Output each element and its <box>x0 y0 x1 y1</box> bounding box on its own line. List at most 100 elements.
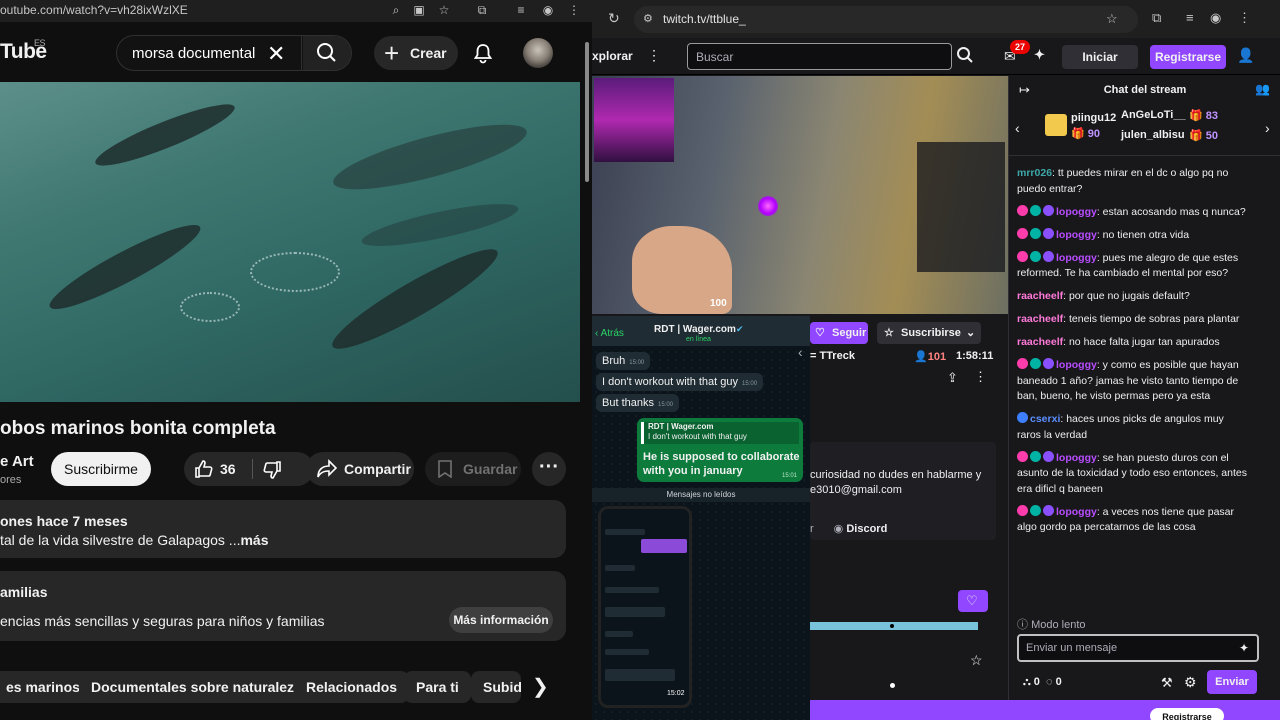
carousel-dot[interactable] <box>890 683 895 688</box>
description-box[interactable]: ones hace 7 meses tal de la vida silvest… <box>0 500 566 558</box>
chat-badge-icon[interactable] <box>1030 504 1041 516</box>
zoom-icon[interactable]: ⌕ <box>388 2 404 18</box>
avatar[interactable] <box>523 38 553 68</box>
send-button[interactable]: Enviar <box>1207 670 1257 694</box>
settings-gear-icon[interactable]: ⚙ <box>1184 674 1197 691</box>
channel-name[interactable]: e Art <box>0 453 34 470</box>
menu-kebab-icon[interactable]: ⋮ <box>1238 10 1251 26</box>
chat-badge-icon[interactable] <box>1030 358 1041 369</box>
more-info-button[interactable]: Más información <box>449 607 553 633</box>
search-box[interactable]: morsa documental ✕ <box>116 35 352 71</box>
chat-badge-icon[interactable] <box>1043 504 1054 516</box>
cast-icon[interactable]: ▣ <box>411 2 427 18</box>
chat-badge-icon[interactable] <box>1030 250 1041 262</box>
chat-username[interactable]: raacheelf <box>1017 336 1063 348</box>
chat-username[interactable]: raacheelf <box>1017 313 1063 325</box>
extensions-icon[interactable]: ⧉ <box>1152 10 1161 26</box>
site-info-icon[interactable]: ⚙ <box>643 12 653 25</box>
twitch-search-input[interactable]: Buscar <box>687 43 952 70</box>
video-player[interactable] <box>0 82 580 402</box>
chevron-right-icon[interactable]: › <box>1265 120 1270 136</box>
media-icon[interactable]: ≡ <box>1186 10 1194 25</box>
split-divider[interactable] <box>582 22 592 720</box>
dislike-button[interactable] <box>262 460 282 480</box>
more-actions-button[interactable]: ··· <box>532 452 566 486</box>
chat-input[interactable]: Enviar un mensaje ✦ <box>1017 634 1259 662</box>
more-kebab-icon[interactable]: ⋮ <box>647 47 661 64</box>
chat-username[interactable]: mrr026 <box>1017 167 1052 179</box>
search-button[interactable] <box>303 36 351 70</box>
chip-for-you[interactable]: Para ti <box>404 671 471 703</box>
chat-badge-icon[interactable] <box>1043 250 1054 262</box>
mod-icon[interactable]: ⚒ <box>1161 675 1173 691</box>
chat-username[interactable]: lopoggy <box>1056 452 1097 464</box>
chips-next-chevron-icon[interactable]: ❯ <box>532 674 549 699</box>
chat-username[interactable]: lopoggy <box>1056 359 1097 371</box>
chat-badge-icon[interactable] <box>1017 358 1028 369</box>
follow-heart-button[interactable]: ♡ <box>958 590 988 612</box>
youtube-url[interactable]: outube.com/watch?v=vh28ixWzlXE <box>0 3 188 17</box>
star-icon[interactable]: ☆ <box>970 652 983 669</box>
profile-icon[interactable]: ◉ <box>1210 10 1221 26</box>
chat-badge-icon[interactable] <box>1017 450 1028 462</box>
user-icon[interactable]: 👤 <box>1237 47 1254 64</box>
chat-username[interactable]: lopoggy <box>1056 229 1097 241</box>
chat-badge-icon[interactable] <box>1043 358 1054 369</box>
media-icon[interactable]: ≡ <box>513 2 529 18</box>
chat-badge-icon[interactable] <box>1017 227 1028 239</box>
subscribe-button[interactable]: ☆ Suscribirse ⌄ <box>877 322 981 344</box>
like-button[interactable] <box>194 459 214 479</box>
chat-badge-icon[interactable] <box>1030 450 1041 462</box>
register-button[interactable]: Registrarse <box>1150 45 1226 69</box>
bookmark-star-icon[interactable]: ☆ <box>436 2 452 18</box>
twitch-url[interactable]: twitch.tv/ttblue_ <box>663 12 746 26</box>
share-button[interactable]: Compartir <box>306 452 414 486</box>
chat-badge-icon[interactable] <box>1043 227 1054 239</box>
create-button[interactable]: + Crear <box>374 36 458 70</box>
chat-badge-icon[interactable] <box>1030 204 1041 216</box>
extensions-icon[interactable]: ⧉ <box>474 2 490 18</box>
chip-related[interactable]: Relacionados <box>294 671 410 703</box>
subscribe-button[interactable]: Suscribirme <box>51 452 151 486</box>
search-input[interactable]: morsa documental <box>132 45 255 62</box>
chat-badge-icon[interactable] <box>1043 450 1054 462</box>
chat-username[interactable]: lopoggy <box>1056 506 1097 518</box>
bookmark-star-icon[interactable]: ☆ <box>1106 11 1118 27</box>
follow-button[interactable]: ♡ Seguir <box>810 322 868 344</box>
chat-users-icon[interactable]: 👥 <box>1255 82 1270 96</box>
chip-nature-documentaries[interactable]: Documentales sobre naturaleza <box>79 671 314 703</box>
share-icon[interactable]: ⇪ <box>947 370 958 386</box>
chat-badge-icon[interactable] <box>1017 250 1028 262</box>
chat-badge-icon[interactable] <box>1017 412 1028 423</box>
youtube-logo[interactable]: Tube ES <box>0 38 47 64</box>
chip-uploaded[interactable]: Subid <box>471 671 521 703</box>
profile-icon[interactable]: ◉ <box>540 2 556 18</box>
explore-link[interactable]: xplorar <box>592 49 633 63</box>
turbo-icon[interactable]: ✦ <box>1034 47 1045 63</box>
save-button[interactable]: Guardar <box>425 452 521 486</box>
chat-badge-icon[interactable] <box>1017 204 1028 216</box>
emote-icon[interactable]: ✦ <box>1239 641 1249 655</box>
menu-kebab-icon[interactable]: ⋮ <box>566 2 582 18</box>
chat-username[interactable]: raacheelf <box>1017 290 1063 302</box>
discord-link[interactable]: Discord <box>846 523 887 535</box>
collapse-panel-icon[interactable]: ‹ <box>798 344 803 360</box>
youtube-address-bar[interactable]: outube.com/watch?v=vh28ixWzlXE ⌕ ▣ ☆ ⧉ ≡… <box>0 0 592 22</box>
more-kebab-icon[interactable]: ⋮ <box>974 369 987 385</box>
notifications-bell-icon[interactable] <box>472 42 494 64</box>
clear-search-icon[interactable]: ✕ <box>267 41 285 67</box>
description-more-link[interactable]: más <box>240 532 268 548</box>
login-button[interactable]: Iniciar sesión <box>1062 45 1138 88</box>
chat-badge-icon[interactable] <box>1043 204 1054 216</box>
chevron-left-icon[interactable]: ‹ <box>1015 120 1020 136</box>
signup-button[interactable]: Registrarse <box>1150 708 1224 720</box>
reload-icon[interactable]: ↻ <box>608 10 620 27</box>
chat-username[interactable]: lopoggy <box>1056 206 1097 218</box>
chat-badge-icon[interactable] <box>1030 227 1041 239</box>
twitch-search-button[interactable] <box>956 46 974 64</box>
back-button[interactable]: ‹ Atrás <box>595 328 624 339</box>
channel-points[interactable]: ⛬ 0 ◌ 0 <box>1023 676 1062 689</box>
chat-badge-icon[interactable] <box>1017 504 1028 516</box>
chat-username[interactable]: cserxi <box>1030 413 1060 425</box>
twitch-url-box[interactable]: ⚙ twitch.tv/ttblue_ ☆ <box>634 6 1138 33</box>
